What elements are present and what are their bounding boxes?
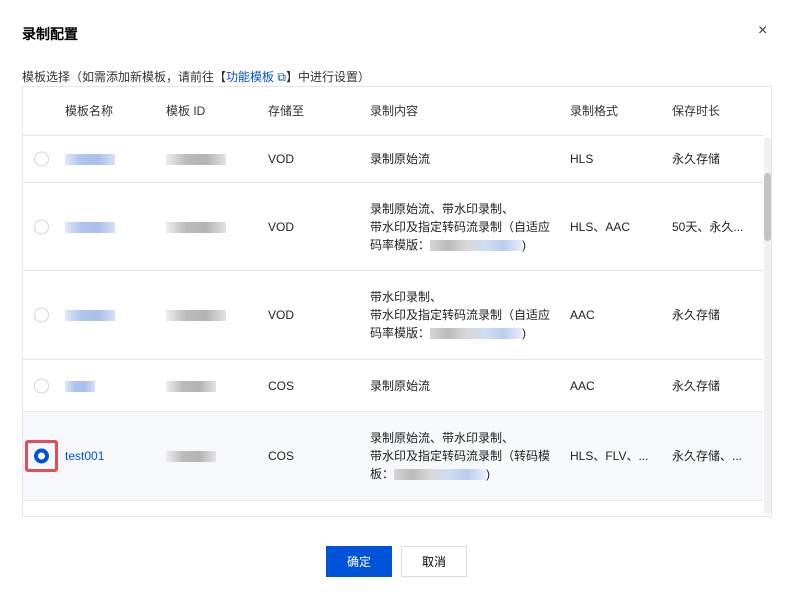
col-name: 模板名称 [65, 104, 114, 118]
storage: COS [268, 378, 295, 393]
storage: VOD [268, 308, 295, 322]
table-row[interactable]: VOD 录制原始流 HLS 永久存储 [23, 136, 763, 183]
content: 录制原始流 [370, 152, 431, 166]
retention: 永久存储、... [672, 449, 743, 463]
col-id: 模板 ID [166, 104, 206, 118]
col-content: 录制内容 [370, 104, 419, 118]
format: HLS [570, 152, 594, 166]
confirm-button[interactable]: 确定 [326, 546, 392, 577]
template-name-redacted [65, 380, 95, 392]
close-icon[interactable]: × [758, 22, 767, 40]
template-name[interactable]: test001 [65, 447, 104, 465]
scrollbar-thumb[interactable] [764, 173, 771, 241]
storage: COS [268, 449, 295, 463]
template-id-redacted [166, 310, 226, 322]
radio-button[interactable] [34, 307, 49, 323]
dialog-title: 录制配置 [22, 26, 78, 42]
radio-button[interactable] [34, 378, 49, 393]
content: 录制原始流、带水印录制、 带水印及指定转码流录制（转码模 板：) [370, 431, 551, 481]
radio-button[interactable] [34, 151, 49, 167]
template-name-redacted [65, 221, 115, 233]
format: AAC [570, 378, 595, 393]
template-id-redacted [166, 380, 216, 392]
table-header: 模板名称 模板 ID 存储至 录制内容 录制格式 保存时长 [23, 87, 763, 136]
template-id-redacted [166, 451, 216, 463]
col-storage: 存储至 [268, 104, 305, 118]
template-id-redacted [166, 154, 226, 166]
radio-button-selected[interactable] [34, 448, 49, 464]
content: 录制原始流、带水印录制、 带水印及指定转码流录制（自适应 码率模版：) [370, 201, 551, 252]
storage: VOD [268, 152, 295, 166]
storage: VOD [268, 219, 295, 234]
cancel-button[interactable]: 取消 [401, 546, 467, 577]
template-name-redacted [65, 154, 115, 166]
template-name-redacted [65, 310, 115, 322]
template-hint: 模板选择（如需添加新模板，请前往【功能模板 ⧉】中进行设置） [22, 68, 370, 85]
table-row[interactable]: COS 录制原始流 AAC 永久存储 [23, 360, 763, 412]
format: AAC [570, 308, 595, 322]
col-format: 录制格式 [570, 104, 619, 118]
format: HLS、AAC [570, 219, 631, 234]
table-row[interactable]: VOD 带水印录制、 带水印及指定转码流录制（自适应 码率模版：) AAC 永久存储 [23, 271, 763, 360]
table-row-selected[interactable]: test001 COS 录制原始流、带水印录制、 带水印及指定转码流录制（转码模板… [23, 412, 763, 501]
hint-prefix: 模板选择（如需添加新模板，请前往【 [22, 70, 227, 84]
format: HLS、FLV、... [570, 449, 649, 463]
template-id-redacted [166, 221, 226, 233]
feature-template-link[interactable]: 功能模板 ⧉ [226, 70, 286, 84]
retention: 永久存储 [672, 152, 721, 166]
col-retention: 保存时长 [672, 104, 721, 118]
template-table: 模板名称 模板 ID 存储至 录制内容 录制格式 保存时长 VOD 录制原始流 … [22, 86, 772, 517]
table-row[interactable]: VOD 录制原始流、带水印录制、 带水印及指定转码流录制（自适应 码率模版：) HL… [23, 183, 763, 271]
retention: 50天、永久... [672, 219, 744, 234]
retention: 永久存储 [672, 378, 721, 393]
external-link-icon: ⧉ [277, 70, 286, 84]
retention: 永久存储 [672, 308, 721, 322]
hint-suffix: 】中进行设置） [285, 70, 370, 84]
content: 录制原始流 [370, 378, 431, 393]
content: 带水印录制、 带水印及指定转码流录制（自适应 码率模版：) [370, 290, 551, 340]
radio-button[interactable] [34, 219, 49, 234]
